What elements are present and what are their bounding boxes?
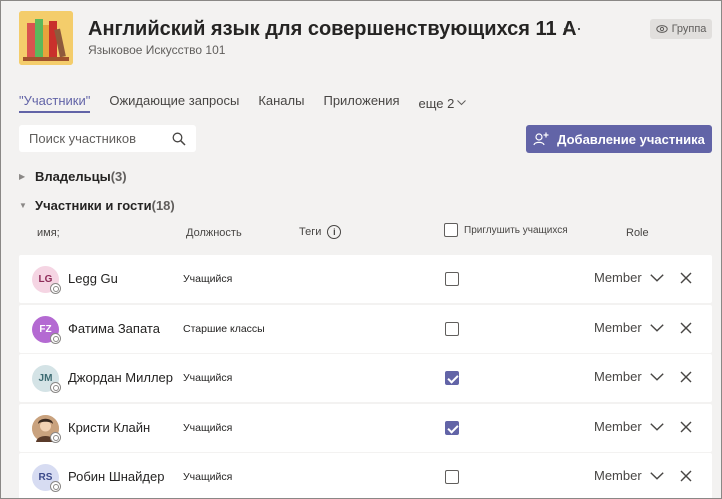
member-row[interactable]: Кристи Клайн Учащийся Member [19, 404, 712, 452]
privacy-label: Группа [671, 23, 707, 35]
column-header-mute-label: Приглушить учащихся [464, 224, 568, 236]
member-title: Учащийся [183, 471, 233, 483]
presence-status-icon [50, 333, 61, 344]
members-page: Английский язык для совершенствующихся 1… [0, 0, 722, 499]
role-dropdown-label: Member [594, 270, 642, 285]
team-title: Английский язык для совершенствующихся 1… [88, 18, 577, 40]
member-name: Legg Gu [68, 271, 118, 286]
caret-right-icon: ▶ [19, 171, 26, 181]
chevron-down-icon [650, 323, 664, 332]
role-dropdown[interactable]: Member [594, 369, 664, 384]
member-row[interactable]: RS Робин Шнайдер Учащийся Member [19, 453, 712, 498]
owners-count: (3) [110, 168, 127, 184]
chevron-down-icon [650, 422, 664, 431]
search-icon [172, 132, 186, 146]
remove-member-close-icon[interactable] [679, 320, 693, 336]
tab-apps[interactable]: Приложения [323, 93, 399, 113]
member-title: Учащийся [183, 372, 233, 384]
eye-icon [655, 25, 668, 33]
member-name: Кристи Клайн [68, 420, 151, 435]
tab-pending-requests[interactable]: Ожидающие запросы [109, 93, 239, 113]
member-row[interactable]: LG Legg Gu Учащийся Member [19, 255, 712, 303]
column-header-name: имя; [37, 227, 60, 239]
role-dropdown[interactable]: Member [594, 419, 664, 434]
members-label: Участники и гости [35, 197, 152, 213]
presence-status-icon [50, 382, 61, 393]
column-header-title: Должность [186, 227, 242, 239]
member-title: Учащийся [183, 422, 233, 434]
chevron-down-icon [650, 372, 664, 381]
search-placeholder: Поиск участников [29, 131, 137, 146]
role-dropdown-label: Member [594, 468, 642, 483]
column-header-role: Role [626, 227, 649, 239]
search-input[interactable]: Поиск участников [19, 125, 196, 152]
role-dropdown-label: Member [594, 369, 642, 384]
mute-all-checkbox[interactable] [444, 223, 458, 237]
info-icon[interactable]: i [327, 225, 342, 239]
members-group-toggle[interactable]: ▼ Участники и гости (18) [19, 197, 175, 213]
members-count: (18) [151, 197, 175, 213]
remove-member-close-icon[interactable] [679, 419, 693, 435]
tab-members[interactable]: "Участники" [19, 93, 91, 113]
privacy-badge: Группа [650, 19, 712, 39]
column-header-mute: Приглушить учащихся [444, 223, 568, 237]
member-title: Старшие классы [183, 323, 265, 335]
mute-student-checkbox[interactable] [445, 421, 459, 435]
role-dropdown-label: Member [594, 419, 642, 434]
member-name: Джордан Миллер [68, 370, 173, 385]
caret-down-icon: ▼ [19, 200, 27, 210]
mute-student-checkbox[interactable] [445, 272, 459, 286]
add-member-label: Добавление участника [557, 131, 705, 147]
mute-student-checkbox[interactable] [445, 470, 459, 484]
team-subtitle: Языковое Искусство 101 [88, 43, 226, 57]
role-dropdown-label: Member [594, 320, 642, 335]
team-logo-books-icon [19, 11, 73, 65]
owners-group-toggle[interactable]: ▶ Владельцы (3) [19, 168, 127, 184]
tab-bar: "Участники" Ожидающие запросы Каналы При… [19, 93, 485, 113]
chevron-down-icon [650, 471, 664, 480]
tab-more[interactable]: еще 2 [419, 93, 467, 113]
remove-member-close-icon[interactable] [679, 270, 693, 286]
presence-status-icon [50, 283, 61, 294]
presence-status-icon [50, 481, 61, 492]
remove-member-close-icon[interactable] [679, 468, 693, 484]
member-name: Робин Шнайдер [68, 469, 165, 484]
add-person-icon [533, 132, 549, 146]
mute-student-checkbox[interactable] [445, 322, 459, 336]
add-member-button[interactable]: Добавление участника [526, 125, 712, 153]
owners-label: Владельцы [35, 168, 111, 184]
chevron-down-icon [650, 273, 664, 282]
remove-member-close-icon[interactable] [679, 369, 693, 385]
role-dropdown[interactable]: Member [594, 468, 664, 483]
chevron-down-icon [457, 100, 467, 106]
member-title: Учащийся [183, 273, 233, 285]
column-header-tags: Теги i [299, 225, 342, 239]
member-name: Фатима Запата [68, 321, 160, 336]
role-dropdown[interactable]: Member [594, 320, 664, 335]
column-header-tags-label: Теги [299, 225, 322, 238]
mute-student-checkbox[interactable] [445, 371, 459, 385]
role-dropdown[interactable]: Member [594, 270, 664, 285]
member-row[interactable]: JM Джордан Миллер Учащийся Member [19, 354, 712, 402]
tab-more-label: еще 2 [418, 95, 455, 111]
team-more-options-icon[interactable]: ··· [562, 18, 583, 38]
presence-status-icon [50, 432, 61, 443]
tab-channels[interactable]: Каналы [258, 93, 304, 113]
member-row[interactable]: FZ Фатима Запата Старшие классы Member [19, 305, 712, 353]
